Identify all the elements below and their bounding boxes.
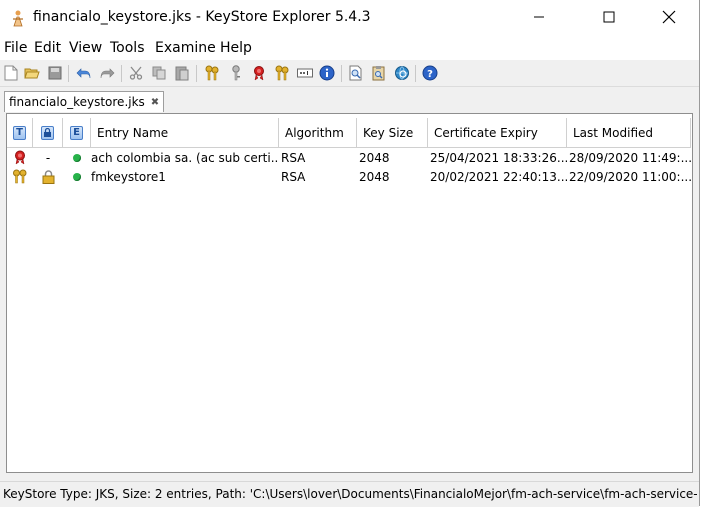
examine-clipboard-icon: [372, 66, 385, 81]
examine-clipboard-button[interactable]: [370, 64, 388, 82]
toolbar-separator: [121, 65, 122, 82]
status-valid-icon: [73, 153, 81, 162]
expiry-column-icon: E: [70, 125, 83, 140]
import-keypair-icon: [275, 65, 289, 81]
column-certificate-expiry[interactable]: Certificate Expiry: [428, 118, 567, 148]
status-bar: KeyStore Type: JKS, Size: 2 entries, Pat…: [0, 481, 699, 507]
properties-icon: [319, 65, 335, 81]
document-tabs: financialo_keystore.jks ✖: [0, 87, 699, 113]
examine-file-icon: [349, 65, 362, 81]
svg-text:?: ?: [427, 69, 433, 80]
table-row[interactable]: fmkeystore1 RSA 2048 20/02/2021 22:40:13…: [7, 167, 692, 186]
menu-examine[interactable]: Examine: [155, 40, 216, 56]
key-pair-icon: [13, 169, 27, 184]
column-type[interactable]: T: [7, 118, 33, 148]
table-header: T E Entry Name Algorithm Key Size Certif…: [7, 118, 692, 148]
column-entry-name[interactable]: Entry Name: [91, 118, 279, 148]
menu-help[interactable]: Help: [220, 40, 252, 56]
window-title: financialo_keystore.jks - KeyStore Explo…: [33, 9, 371, 25]
trusted-certificate-icon: [15, 150, 25, 165]
close-button[interactable]: [646, 0, 692, 34]
menu-file[interactable]: File: [4, 40, 27, 56]
import-keypair-button[interactable]: [273, 64, 291, 82]
title-bar: financialo_keystore.jks - KeyStore Explo…: [0, 0, 699, 36]
copy-button[interactable]: [150, 64, 168, 82]
generate-secret-key-button[interactable]: [227, 64, 245, 82]
toolbar-separator: [341, 65, 342, 82]
maximize-button[interactable]: [586, 0, 632, 34]
new-keystore-icon: [4, 65, 18, 81]
close-icon: [662, 10, 676, 24]
status-valid-icon: [73, 172, 81, 181]
padlock-icon: [42, 169, 54, 184]
lock-column-icon: [41, 125, 54, 140]
set-password-button[interactable]: [296, 64, 314, 82]
last-modified: 28/09/2020 11:49:...: [569, 150, 691, 165]
toolbar-separator: [415, 65, 416, 82]
key-size: 2048: [359, 150, 390, 165]
tab-keystore[interactable]: financialo_keystore.jks ✖: [4, 91, 165, 112]
save-button[interactable]: [46, 64, 64, 82]
generate-keypair-icon: [205, 65, 219, 81]
menu-bar: File Edit View Tools Examine Help: [0, 36, 699, 60]
certificate-expiry: 20/02/2021 22:40:13...: [430, 169, 567, 184]
certificate-expiry: 25/04/2021 18:33:26...: [430, 150, 567, 165]
lock-status: -: [45, 150, 51, 165]
menu-edit[interactable]: Edit: [34, 40, 61, 56]
algorithm: RSA: [281, 169, 306, 184]
app-window: financialo_keystore.jks - KeyStore Explo…: [0, 0, 700, 507]
status-text: KeyStore Type: JKS, Size: 2 entries, Pat…: [3, 487, 697, 501]
toolbar-separator: [196, 65, 197, 82]
table-row[interactable]: - ach colombia sa. (ac sub certi... RSA …: [7, 148, 692, 167]
undo-button[interactable]: [75, 64, 93, 82]
undo-icon: [76, 68, 91, 79]
minimize-button[interactable]: [516, 0, 562, 34]
new-keystore-button[interactable]: [2, 64, 20, 82]
paste-button[interactable]: [173, 64, 191, 82]
generate-secret-key-icon: [232, 65, 240, 81]
keystore-entries-table: T E Entry Name Algorithm Key Size Certif…: [6, 113, 693, 473]
key-size: 2048: [359, 169, 390, 184]
generate-keypair-button[interactable]: [203, 64, 221, 82]
help-button[interactable]: ?: [421, 64, 439, 82]
import-trusted-cert-icon: [254, 66, 264, 81]
menu-tools[interactable]: Tools: [110, 40, 145, 56]
toolbar: ?: [0, 61, 699, 87]
column-algorithm[interactable]: Algorithm: [279, 118, 357, 148]
paste-icon: [175, 66, 189, 81]
menu-view[interactable]: View: [69, 40, 102, 56]
last-modified: 22/09/2020 11:00:...: [569, 169, 691, 184]
properties-button[interactable]: [318, 64, 336, 82]
algorithm: RSA: [281, 150, 306, 165]
keystore-explorer-logo-icon: [9, 9, 27, 27]
entry-name: ach colombia sa. (ac sub certi...: [91, 150, 279, 165]
open-icon: [24, 68, 40, 79]
maximize-icon: [603, 11, 615, 23]
save-icon: [48, 66, 62, 80]
cut-button[interactable]: [127, 64, 145, 82]
cut-icon: [129, 66, 143, 80]
tab-close-icon[interactable]: ✖: [151, 97, 159, 108]
toolbar-separator: [68, 65, 69, 82]
examine-ssl-button[interactable]: [393, 64, 411, 82]
entry-name: fmkeystore1: [91, 169, 166, 184]
set-password-icon: [297, 68, 313, 78]
import-trusted-cert-button[interactable]: [250, 64, 268, 82]
column-key-size[interactable]: Key Size: [357, 118, 428, 148]
redo-button[interactable]: [98, 64, 116, 82]
type-column-icon: T: [13, 125, 26, 140]
copy-icon: [152, 66, 166, 80]
help-icon: ?: [422, 65, 438, 81]
examine-ssl-icon: [395, 66, 409, 80]
open-button[interactable]: [23, 64, 41, 82]
redo-icon: [100, 68, 115, 79]
column-lock[interactable]: [33, 118, 63, 148]
examine-file-button[interactable]: [347, 64, 365, 82]
tab-label: financialo_keystore.jks: [9, 95, 145, 109]
minimize-icon: [534, 16, 544, 18]
column-expiry[interactable]: E: [63, 118, 91, 148]
column-last-modified[interactable]: Last Modified: [567, 118, 691, 148]
